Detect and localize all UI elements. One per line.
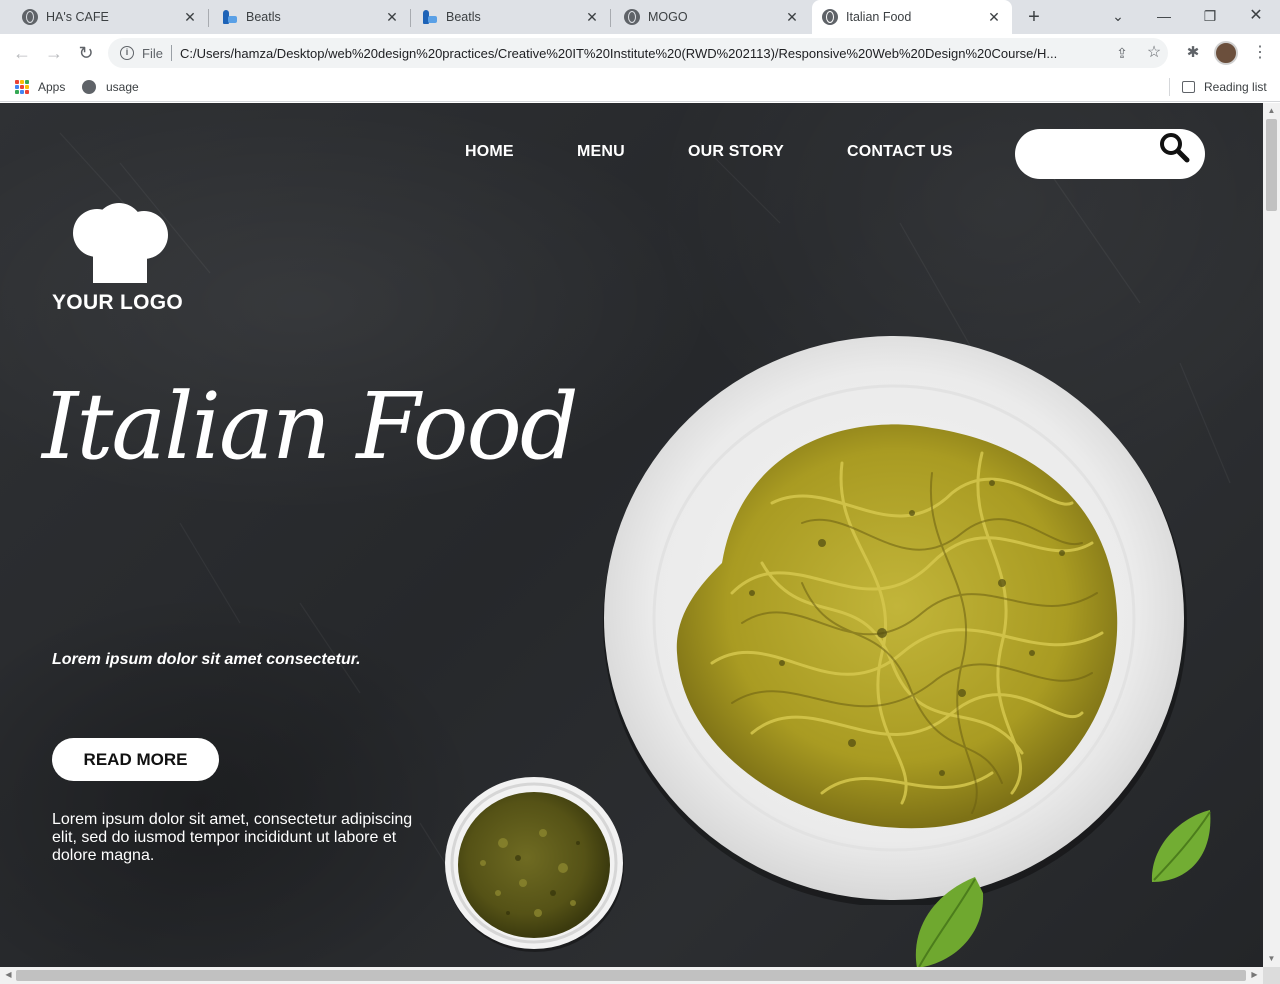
menu-kebab-icon[interactable]: ⋮ [1248, 41, 1272, 65]
scroll-left-arrow-icon[interactable]: ◀ [0, 967, 17, 983]
tab-search-icon[interactable]: ⌄ [1106, 4, 1130, 28]
nav-our-story[interactable]: OUR STORY [688, 143, 784, 161]
tab-beatls-1[interactable]: Beatls ✕ [208, 0, 411, 34]
horizontal-scroll-thumb[interactable] [16, 970, 1246, 981]
share-icon[interactable]: ⇪ [1112, 43, 1132, 63]
reading-list-button[interactable]: Reading list [1182, 77, 1267, 97]
bookmark-divider [1169, 78, 1170, 96]
profile-avatar[interactable] [1214, 41, 1238, 65]
reload-button[interactable]: ↻ [74, 41, 98, 65]
page-viewport: HOME MENU OUR STORY CONTACT US YOUR LOGO… [0, 103, 1263, 967]
globe-icon [822, 9, 838, 25]
search-icon[interactable] [1157, 131, 1191, 165]
bookmark-label: usage [106, 80, 139, 94]
tab-has-cafe[interactable]: HA's CAFE ✕ [0, 0, 209, 34]
back-button[interactable]: ← [10, 41, 34, 65]
globe-icon [82, 80, 96, 94]
nav-contact-us[interactable]: CONTACT US [847, 143, 953, 161]
forward-button[interactable]: → [42, 41, 66, 65]
tab-beatls-2[interactable]: Beatls ✕ [410, 0, 611, 34]
restore-button[interactable]: ❐ [1198, 4, 1222, 28]
reading-list-icon [1182, 81, 1195, 93]
scroll-right-arrow-icon[interactable]: ▶ [1246, 967, 1263, 983]
tagline: Lorem ipsum dolor sit amet consectetur. [52, 651, 361, 668]
bookmark-star-icon[interactable]: ☆ [1144, 43, 1164, 63]
scrollbar-corner [1263, 967, 1280, 984]
tab-title: MOGO [648, 10, 688, 24]
logo[interactable]: YOUR LOGO [52, 203, 192, 318]
tab-strip: HA's CAFE ✕ Beatls ✕ Beatls ✕ MOGO ✕ Ita… [0, 0, 1280, 34]
pasta-plate-image [603, 336, 1187, 905]
pesto-bowl-image [445, 777, 624, 952]
chef-hat-icon [73, 203, 168, 283]
vertical-scrollbar[interactable]: ▲ ▼ [1263, 103, 1280, 967]
scroll-down-arrow-icon[interactable]: ▼ [1263, 951, 1280, 967]
basil-leaf-image [915, 877, 984, 967]
minimize-button[interactable]: — [1152, 4, 1176, 28]
omnibox-divider [171, 45, 172, 61]
basil-leaf-image [1151, 810, 1211, 882]
close-icon[interactable]: ✕ [784, 9, 800, 25]
tab-mogo[interactable]: MOGO ✕ [610, 0, 810, 34]
bookmark-label: Apps [38, 80, 66, 94]
tab-title: Italian Food [846, 10, 912, 24]
beatls-icon [222, 9, 238, 25]
vertical-scroll-thumb[interactable] [1266, 119, 1277, 211]
scroll-up-arrow-icon[interactable]: ▲ [1263, 103, 1280, 119]
body-text: Lorem ipsum dolor sit amet, consectetur … [52, 811, 413, 864]
new-tab-button[interactable]: + [1022, 5, 1046, 29]
browser-toolbar: ← → ↻ i File C:/Users/hamza/Desktop/web%… [0, 34, 1280, 72]
extensions-icon[interactable]: ✱ [1181, 41, 1205, 65]
address-bar[interactable]: i File C:/Users/hamza/Desktop/web%20desi… [108, 38, 1168, 68]
close-icon[interactable]: ✕ [384, 9, 400, 25]
beatls-icon [422, 9, 438, 25]
url-text[interactable]: C:/Users/hamza/Desktop/web%20design%20pr… [180, 46, 1110, 61]
close-icon[interactable]: ✕ [986, 9, 1002, 25]
reading-list-label: Reading list [1204, 80, 1267, 94]
logo-text: YOUR LOGO [52, 291, 184, 314]
apps-grid-icon [15, 80, 29, 94]
hero-title: Italian Food [42, 373, 579, 480]
tab-title: Beatls [246, 10, 281, 24]
horizontal-scrollbar[interactable]: ◀ ▶ [0, 967, 1263, 984]
bookmark-usage[interactable]: usage [82, 77, 139, 97]
window-close-button[interactable]: ✕ [1244, 4, 1268, 28]
globe-icon [22, 9, 38, 25]
info-icon[interactable]: i [120, 46, 134, 60]
close-icon[interactable]: ✕ [584, 9, 600, 25]
tab-title: HA's CAFE [46, 10, 109, 24]
nav-home[interactable]: HOME [465, 143, 514, 161]
read-more-button[interactable]: READ MORE [52, 738, 219, 781]
nav-menu[interactable]: MENU [577, 143, 625, 161]
globe-icon [624, 9, 640, 25]
search-input[interactable] [1015, 129, 1205, 179]
scheme-label: File [142, 46, 163, 61]
bookmarks-bar: Apps usage Reading list [0, 72, 1280, 102]
tab-title: Beatls [446, 10, 481, 24]
close-icon[interactable]: ✕ [182, 9, 198, 25]
tab-italian-food[interactable]: Italian Food ✕ [812, 0, 1012, 34]
bookmark-apps[interactable]: Apps [15, 77, 65, 97]
